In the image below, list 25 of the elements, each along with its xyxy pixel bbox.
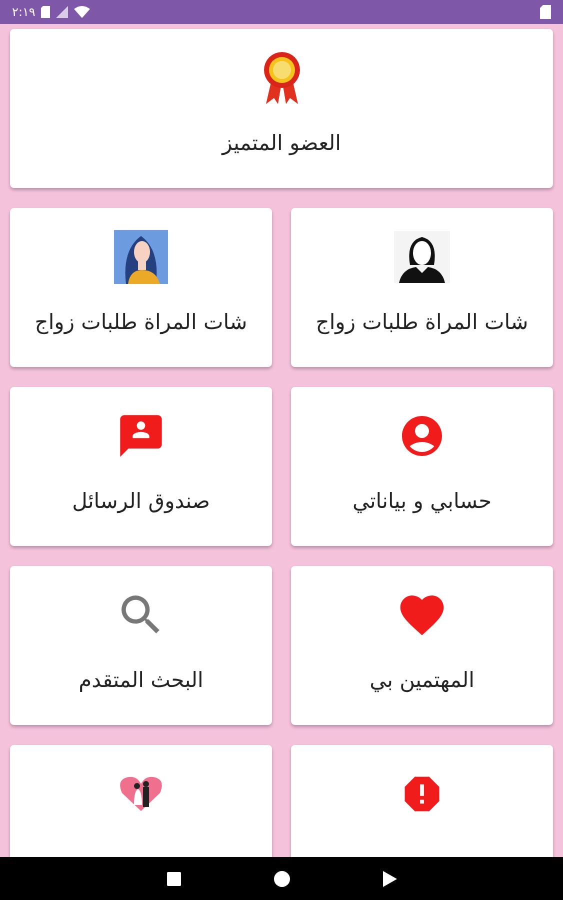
wifi-icon xyxy=(74,6,90,18)
card-label: حسابي و بياناتي xyxy=(352,489,492,513)
recents-button[interactable] xyxy=(166,872,180,886)
menu-card[interactable]: صندوق الرسائل xyxy=(10,387,272,546)
card-label: صندوق الرسائل xyxy=(72,489,210,513)
back-button[interactable] xyxy=(382,870,396,886)
menu-card[interactable] xyxy=(291,745,553,857)
status-time: ٢:١٩ xyxy=(12,5,36,19)
signal-icon xyxy=(56,6,68,18)
featured-member-card[interactable]: العضو المتميز xyxy=(10,29,553,188)
menu-card[interactable]: شات المراة طلبات زواج xyxy=(291,208,553,367)
menu-card[interactable]: حسابي و بياناتي xyxy=(291,387,553,546)
sim-icon xyxy=(41,6,50,18)
card-label: شات المراة طلبات زواج xyxy=(34,310,248,334)
card-label: شات المراة طلبات زواج xyxy=(316,310,528,334)
card-label: المهتمين بي xyxy=(370,668,474,692)
battery-icon xyxy=(540,5,551,19)
card-label: البحث المتقدم xyxy=(78,668,204,692)
menu-card[interactable]: البحث المتقدم xyxy=(10,566,272,725)
card-label: العضو المتميز xyxy=(222,131,341,155)
home-button[interactable] xyxy=(274,870,290,886)
menu-card[interactable]: المهتمين بي xyxy=(291,566,553,725)
medal-icon xyxy=(262,50,302,106)
menu-card[interactable] xyxy=(10,745,272,857)
menu-card[interactable]: شات المراة طلبات زواج xyxy=(10,208,272,367)
